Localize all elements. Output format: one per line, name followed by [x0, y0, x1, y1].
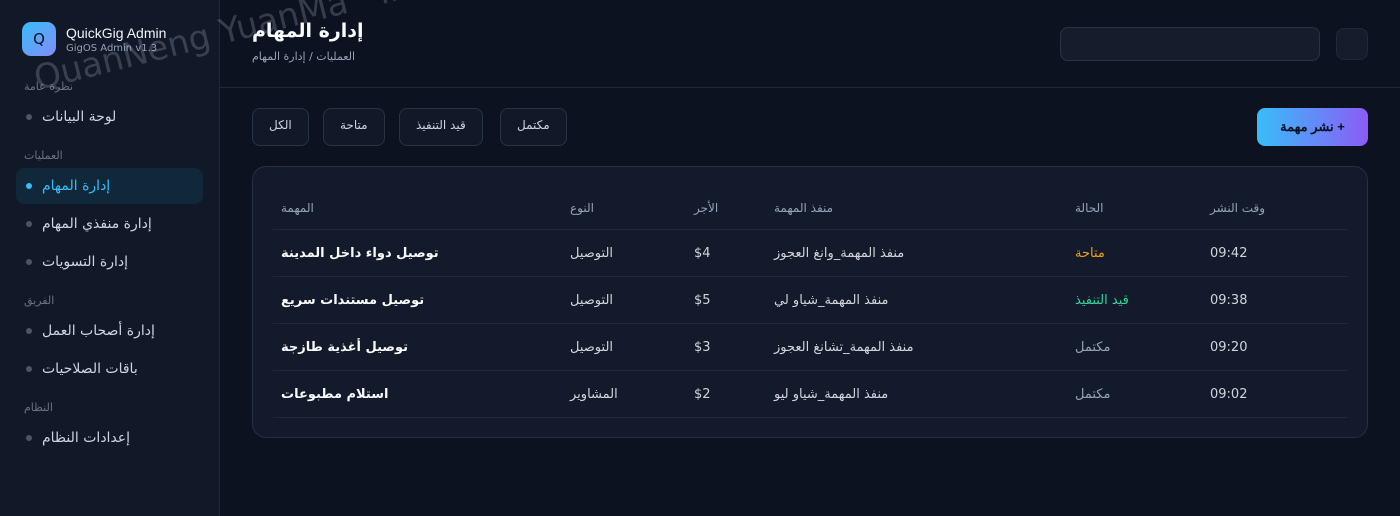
sidebar-item-dashboard[interactable]: لوحة البيانات — [16, 99, 203, 135]
tasks-table: المهمة النوع الأجر منفذ المهمة الحالة وق… — [252, 166, 1368, 438]
sidebar-item-tasks[interactable]: إدارة المهام — [16, 168, 203, 204]
task-type: التوصيل — [570, 340, 614, 355]
bullet-icon — [26, 435, 32, 441]
task-name: توصيل دواء داخل المدينة — [281, 246, 439, 261]
publish-task-button[interactable]: نشر مهمة + — [1257, 108, 1368, 146]
bullet-icon — [26, 259, 32, 265]
sidebar-item-label: إدارة المهام — [42, 178, 111, 194]
sidebar-item-settlements[interactable]: إدارة التسويات — [16, 244, 203, 280]
section-label-team: الفريق — [24, 294, 55, 307]
sidebar-item-permissions[interactable]: باقات الصلاحيات — [16, 351, 203, 387]
search-input[interactable] — [1060, 27, 1320, 61]
main-content: إدارة المهام العمليات / إدارة المهام الك… — [220, 0, 1400, 516]
column-header-task[interactable]: المهمة — [281, 187, 314, 229]
status-badge: مكتمل — [1075, 340, 1111, 355]
task-pay: $3 — [694, 340, 711, 355]
task-executor: منفذ المهمة_شياو لي — [774, 293, 889, 308]
app-root: Q QuickGig Admin GigOS Admin v1.3 نظرة ع… — [0, 0, 1400, 516]
brand-name: QuickGig Admin — [66, 24, 167, 41]
sidebar: Q QuickGig Admin GigOS Admin v1.3 نظرة ع… — [0, 0, 220, 516]
sidebar-item-label: لوحة البيانات — [42, 109, 117, 125]
task-type: التوصيل — [570, 246, 614, 261]
task-name: استلام مطبوعات — [281, 387, 389, 402]
section-label-system: النظام — [24, 401, 53, 414]
status-badge: مكتمل — [1075, 387, 1111, 402]
task-time: 09:02 — [1210, 387, 1248, 402]
sidebar-item-label: إدارة منفذي المهام — [42, 216, 152, 232]
task-name: توصيل أغذية طازجة — [281, 340, 409, 355]
section-label-overview: نظرة عامة — [24, 80, 74, 93]
filter-in-progress[interactable]: قيد التنفيذ — [399, 108, 483, 146]
task-time: 09:42 — [1210, 246, 1248, 261]
section-label-operations: العمليات — [24, 149, 63, 162]
task-pay: $2 — [694, 387, 711, 402]
bullet-icon — [26, 328, 32, 334]
task-type: التوصيل — [570, 293, 614, 308]
bullet-icon — [26, 366, 32, 372]
task-executor: منفذ المهمة_شياو ليو — [774, 387, 889, 402]
task-pay: $5 — [694, 293, 711, 308]
page-header: إدارة المهام العمليات / إدارة المهام — [220, 0, 1400, 88]
toolbar: الكل متاحة قيد التنفيذ مكتمل نشر مهمة + — [220, 88, 1400, 166]
sidebar-item-label: إدارة التسويات — [42, 254, 129, 270]
task-name: توصيل مستندات سريع — [281, 293, 425, 308]
header-action-button[interactable] — [1336, 28, 1368, 60]
filter-available[interactable]: متاحة — [323, 108, 385, 146]
filter-completed[interactable]: مكتمل — [500, 108, 567, 146]
sidebar-item-label: إعدادات النظام — [42, 430, 131, 446]
column-header-type[interactable]: النوع — [570, 187, 594, 229]
task-time: 09:38 — [1210, 293, 1248, 308]
filter-all[interactable]: الكل — [252, 108, 309, 146]
sidebar-item-executors[interactable]: إدارة منفذي المهام — [16, 206, 203, 242]
task-time: 09:20 — [1210, 340, 1248, 355]
column-header-executor[interactable]: منفذ المهمة — [774, 187, 833, 229]
brand-version: GigOS Admin v1.3 — [66, 42, 158, 54]
task-pay: $4 — [694, 246, 711, 261]
status-badge: متاحة — [1075, 246, 1105, 261]
bullet-icon — [26, 221, 32, 227]
logo: Q — [22, 22, 56, 56]
sidebar-item-system-settings[interactable]: إعدادات النظام — [16, 420, 203, 456]
table-header: المهمة النوع الأجر منفذ المهمة الحالة وق… — [273, 187, 1347, 230]
table-row[interactable]: توصيل دواء داخل المدينة التوصيل $4 منفذ … — [273, 230, 1347, 277]
brand: Q QuickGig Admin GigOS Admin v1.3 — [22, 22, 203, 56]
task-executor: منفذ المهمة_تشانغ العجوز — [774, 340, 914, 355]
column-header-status[interactable]: الحالة — [1075, 187, 1103, 229]
table-row[interactable]: استلام مطبوعات المشاوير $2 منفذ المهمة_ش… — [273, 371, 1347, 418]
sidebar-item-label: إدارة أصحاب العمل — [42, 323, 155, 339]
bullet-icon — [26, 183, 32, 189]
table-row[interactable]: توصيل مستندات سريع التوصيل $5 منفذ المهم… — [273, 277, 1347, 324]
bullet-icon — [26, 114, 32, 120]
column-header-time[interactable]: وقت النشر — [1210, 187, 1265, 229]
sidebar-item-employers[interactable]: إدارة أصحاب العمل — [16, 313, 203, 349]
task-type: المشاوير — [570, 387, 618, 402]
sidebar-item-label: باقات الصلاحيات — [42, 361, 138, 377]
task-executor: منفذ المهمة_وانغ العجوز — [774, 246, 905, 261]
column-header-pay[interactable]: الأجر — [694, 187, 718, 229]
status-badge: قيد التنفيذ — [1075, 293, 1129, 308]
table-row[interactable]: توصيل أغذية طازجة التوصيل $3 منفذ المهمة… — [273, 324, 1347, 371]
